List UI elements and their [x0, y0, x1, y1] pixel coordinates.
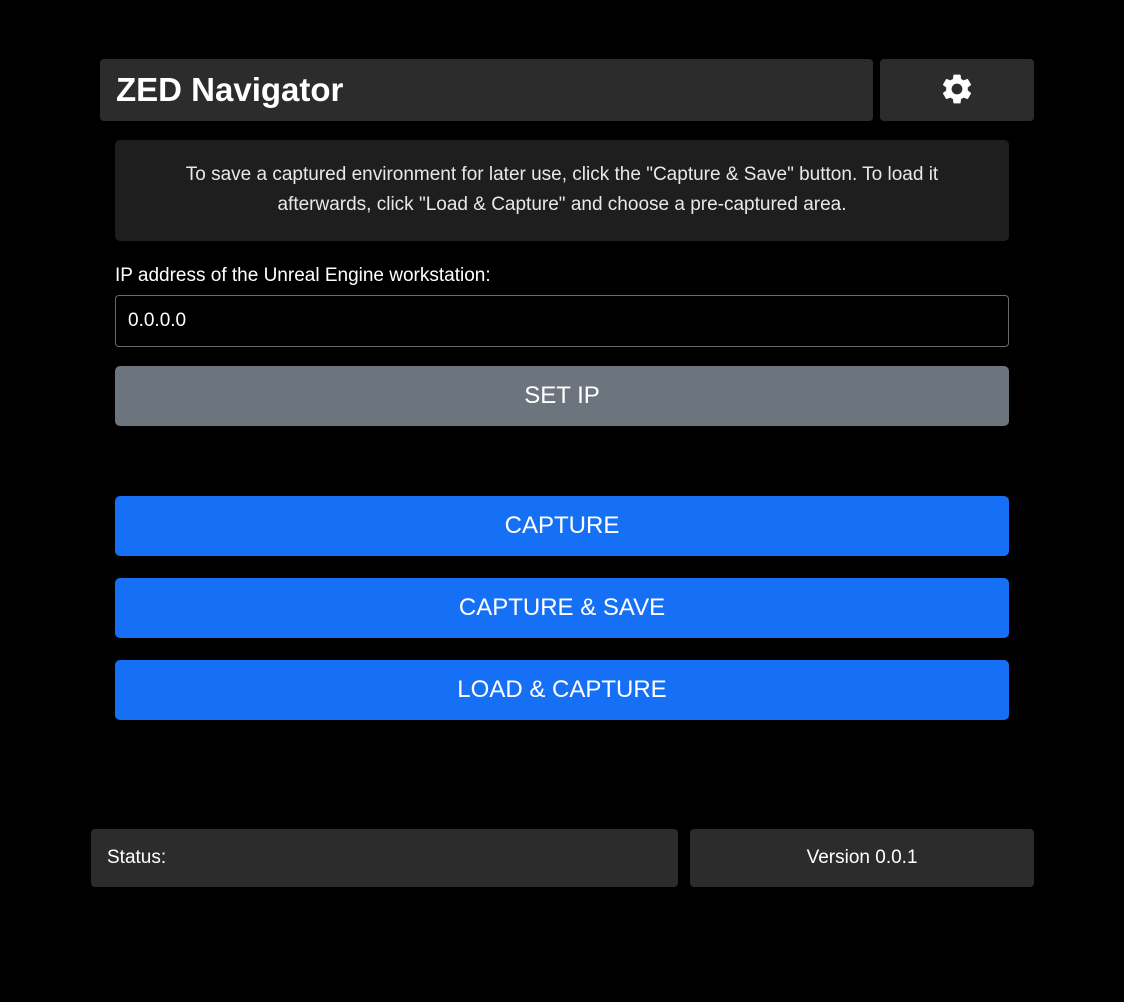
page-title: ZED Navigator	[100, 59, 873, 121]
status-box: Status:	[91, 829, 678, 887]
version-box: Version 0.0.1	[690, 829, 1034, 887]
load-capture-button[interactable]: LOAD & CAPTURE	[115, 660, 1009, 720]
capture-save-button[interactable]: CAPTURE & SAVE	[115, 578, 1009, 638]
capture-button[interactable]: CAPTURE	[115, 496, 1009, 556]
info-message: To save a captured environment for later…	[115, 140, 1009, 241]
settings-button[interactable]	[880, 59, 1034, 121]
gear-icon	[939, 71, 975, 110]
set-ip-button[interactable]: SET IP	[115, 366, 1009, 426]
ip-address-input[interactable]	[115, 295, 1009, 347]
ip-address-label: IP address of the Unreal Engine workstat…	[115, 265, 1009, 287]
